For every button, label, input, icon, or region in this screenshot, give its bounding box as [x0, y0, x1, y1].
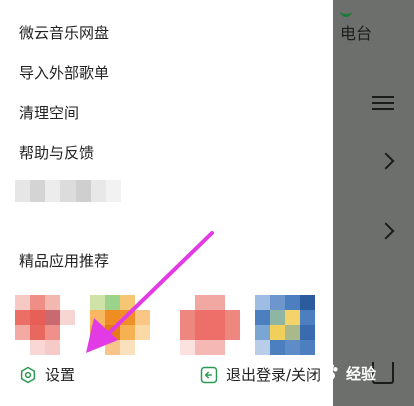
- list-icon: [372, 92, 394, 114]
- watermark-text: 经验: [346, 364, 377, 383]
- chevron-right-icon: [377, 222, 395, 240]
- recommended-app-tile[interactable]: [180, 295, 240, 355]
- paw-icon: [321, 363, 338, 381]
- recommended-apps-title: 精品应用推荐: [19, 252, 110, 270]
- watermark: 经验: [318, 362, 376, 384]
- settings-button[interactable]: 设置: [19, 364, 75, 385]
- logout-close-label: 退出登录/关闭: [226, 366, 322, 384]
- blurred-menu-item[interactable]: [15, 180, 121, 202]
- recommended-app-tile[interactable]: [255, 295, 315, 355]
- logout-close-button[interactable]: 退出登录/关闭: [200, 364, 321, 385]
- gear-icon: [20, 366, 36, 383]
- side-drawer: 微云音乐网盘 导入外部歌单 清理空间 帮助与反馈 精品应用推荐 设置 退出登录/…: [0, 0, 333, 406]
- menu-item-cloud-drive[interactable]: 微云音乐网盘: [19, 22, 109, 43]
- chevron-right-icon: [377, 152, 395, 170]
- recommended-app-tile[interactable]: [90, 295, 150, 355]
- logout-icon: [200, 366, 218, 383]
- tab-indicator: [340, 0, 352, 17]
- menu-item-import-playlist[interactable]: 导入外部歌单: [19, 62, 109, 83]
- background-tab-label: 电台: [340, 24, 373, 43]
- settings-label: 设置: [45, 366, 76, 384]
- menu-item-help-feedback[interactable]: 帮助与反馈: [19, 142, 94, 163]
- recommended-app-tile[interactable]: [15, 295, 75, 355]
- menu-item-clean-space[interactable]: 清理空间: [19, 102, 79, 123]
